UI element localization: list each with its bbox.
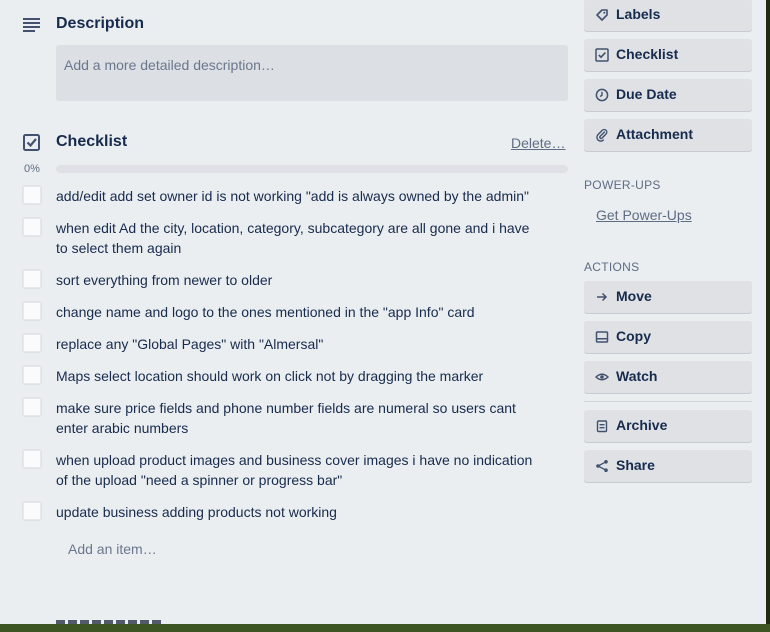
checklist-button[interactable]: Checklist (584, 39, 752, 71)
share-button-label: Share (616, 457, 655, 473)
get-powerups-link[interactable]: Get Power-Ups (596, 207, 692, 223)
checklist-item-checkbox[interactable] (22, 365, 42, 385)
board-background-strip (0, 624, 770, 632)
description-title: Description (56, 15, 145, 32)
archive-button-label: Archive (616, 417, 668, 433)
copy-button[interactable]: Copy (584, 321, 752, 353)
checklist-item-text[interactable]: add/edit add set owner id is not working… (56, 186, 534, 206)
actions-heading: ACTIONS (584, 260, 640, 274)
archive-icon (596, 420, 608, 433)
share-button[interactable]: Share (584, 450, 752, 482)
attachment-button-label: Attachment (616, 126, 694, 142)
paperclip-icon (596, 128, 608, 142)
powerups-heading: POWER-UPS (584, 178, 661, 192)
arrow-right-icon (597, 292, 608, 302)
actions-divider (584, 401, 752, 402)
checklist-item-text[interactable]: make sure price fields and phone number … (56, 398, 534, 438)
checklist-item-text[interactable]: Maps select location should work on clic… (56, 366, 534, 386)
checklist-item-text[interactable]: sort everything from newer to older (56, 270, 534, 290)
labels-button-label: Labels (616, 6, 661, 22)
copy-button-label: Copy (616, 328, 651, 344)
card-icon (595, 331, 609, 343)
checklist-item-checkbox[interactable] (22, 269, 42, 289)
eye-icon (595, 373, 609, 381)
checklist-item-checkbox[interactable] (22, 185, 42, 205)
checklist-progress-percent: 0% (24, 163, 40, 175)
checklist-item-checkbox[interactable] (22, 301, 42, 321)
checklist-item-checkbox[interactable] (22, 449, 42, 469)
watch-button[interactable]: Watch (584, 361, 752, 393)
checklist-button-label: Checklist (616, 46, 679, 62)
tag-icon (596, 9, 608, 21)
checklist-item-checkbox[interactable] (22, 333, 42, 353)
move-button[interactable]: Move (584, 281, 752, 313)
checklist-item-checkbox[interactable] (22, 217, 42, 237)
description-input[interactable]: Add a more detailed description… (56, 45, 568, 101)
checklist-progress-bar (56, 165, 568, 173)
checklist-item-text[interactable]: when upload product images and business … (56, 450, 534, 490)
labels-button[interactable]: Labels (584, 0, 752, 31)
due-date-button-label: Due Date (616, 86, 677, 102)
checklist-icon (23, 134, 40, 151)
attachment-button[interactable]: Attachment (584, 119, 752, 151)
checklist-item-text[interactable]: when edit Ad the city, location, categor… (56, 218, 534, 258)
description-icon (23, 18, 40, 32)
archive-button[interactable]: Archive (584, 410, 752, 442)
checklist-title: Checklist (56, 133, 128, 150)
checklist-item-text[interactable]: update business adding products not work… (56, 502, 534, 522)
delete-checklist-link[interactable]: Delete… (511, 135, 565, 151)
share-icon (596, 460, 608, 472)
add-checklist-item-button[interactable]: Add an item… (68, 541, 157, 557)
checklist-item-text[interactable]: change name and logo to the ones mention… (56, 302, 534, 322)
move-button-label: Move (616, 288, 652, 304)
checklist-item-checkbox[interactable] (22, 501, 42, 521)
window-scrollbar[interactable] (766, 0, 770, 632)
clock-icon (595, 88, 609, 102)
checklist-icon (595, 48, 609, 62)
watch-button-label: Watch (616, 368, 658, 384)
checklist-item-text[interactable]: replace any "Global Pages" with "Almersa… (56, 334, 534, 354)
card-detail-window: Description Add a more detailed descript… (0, 0, 766, 624)
due-date-button[interactable]: Due Date (584, 79, 752, 111)
checklist-item-checkbox[interactable] (22, 397, 42, 417)
